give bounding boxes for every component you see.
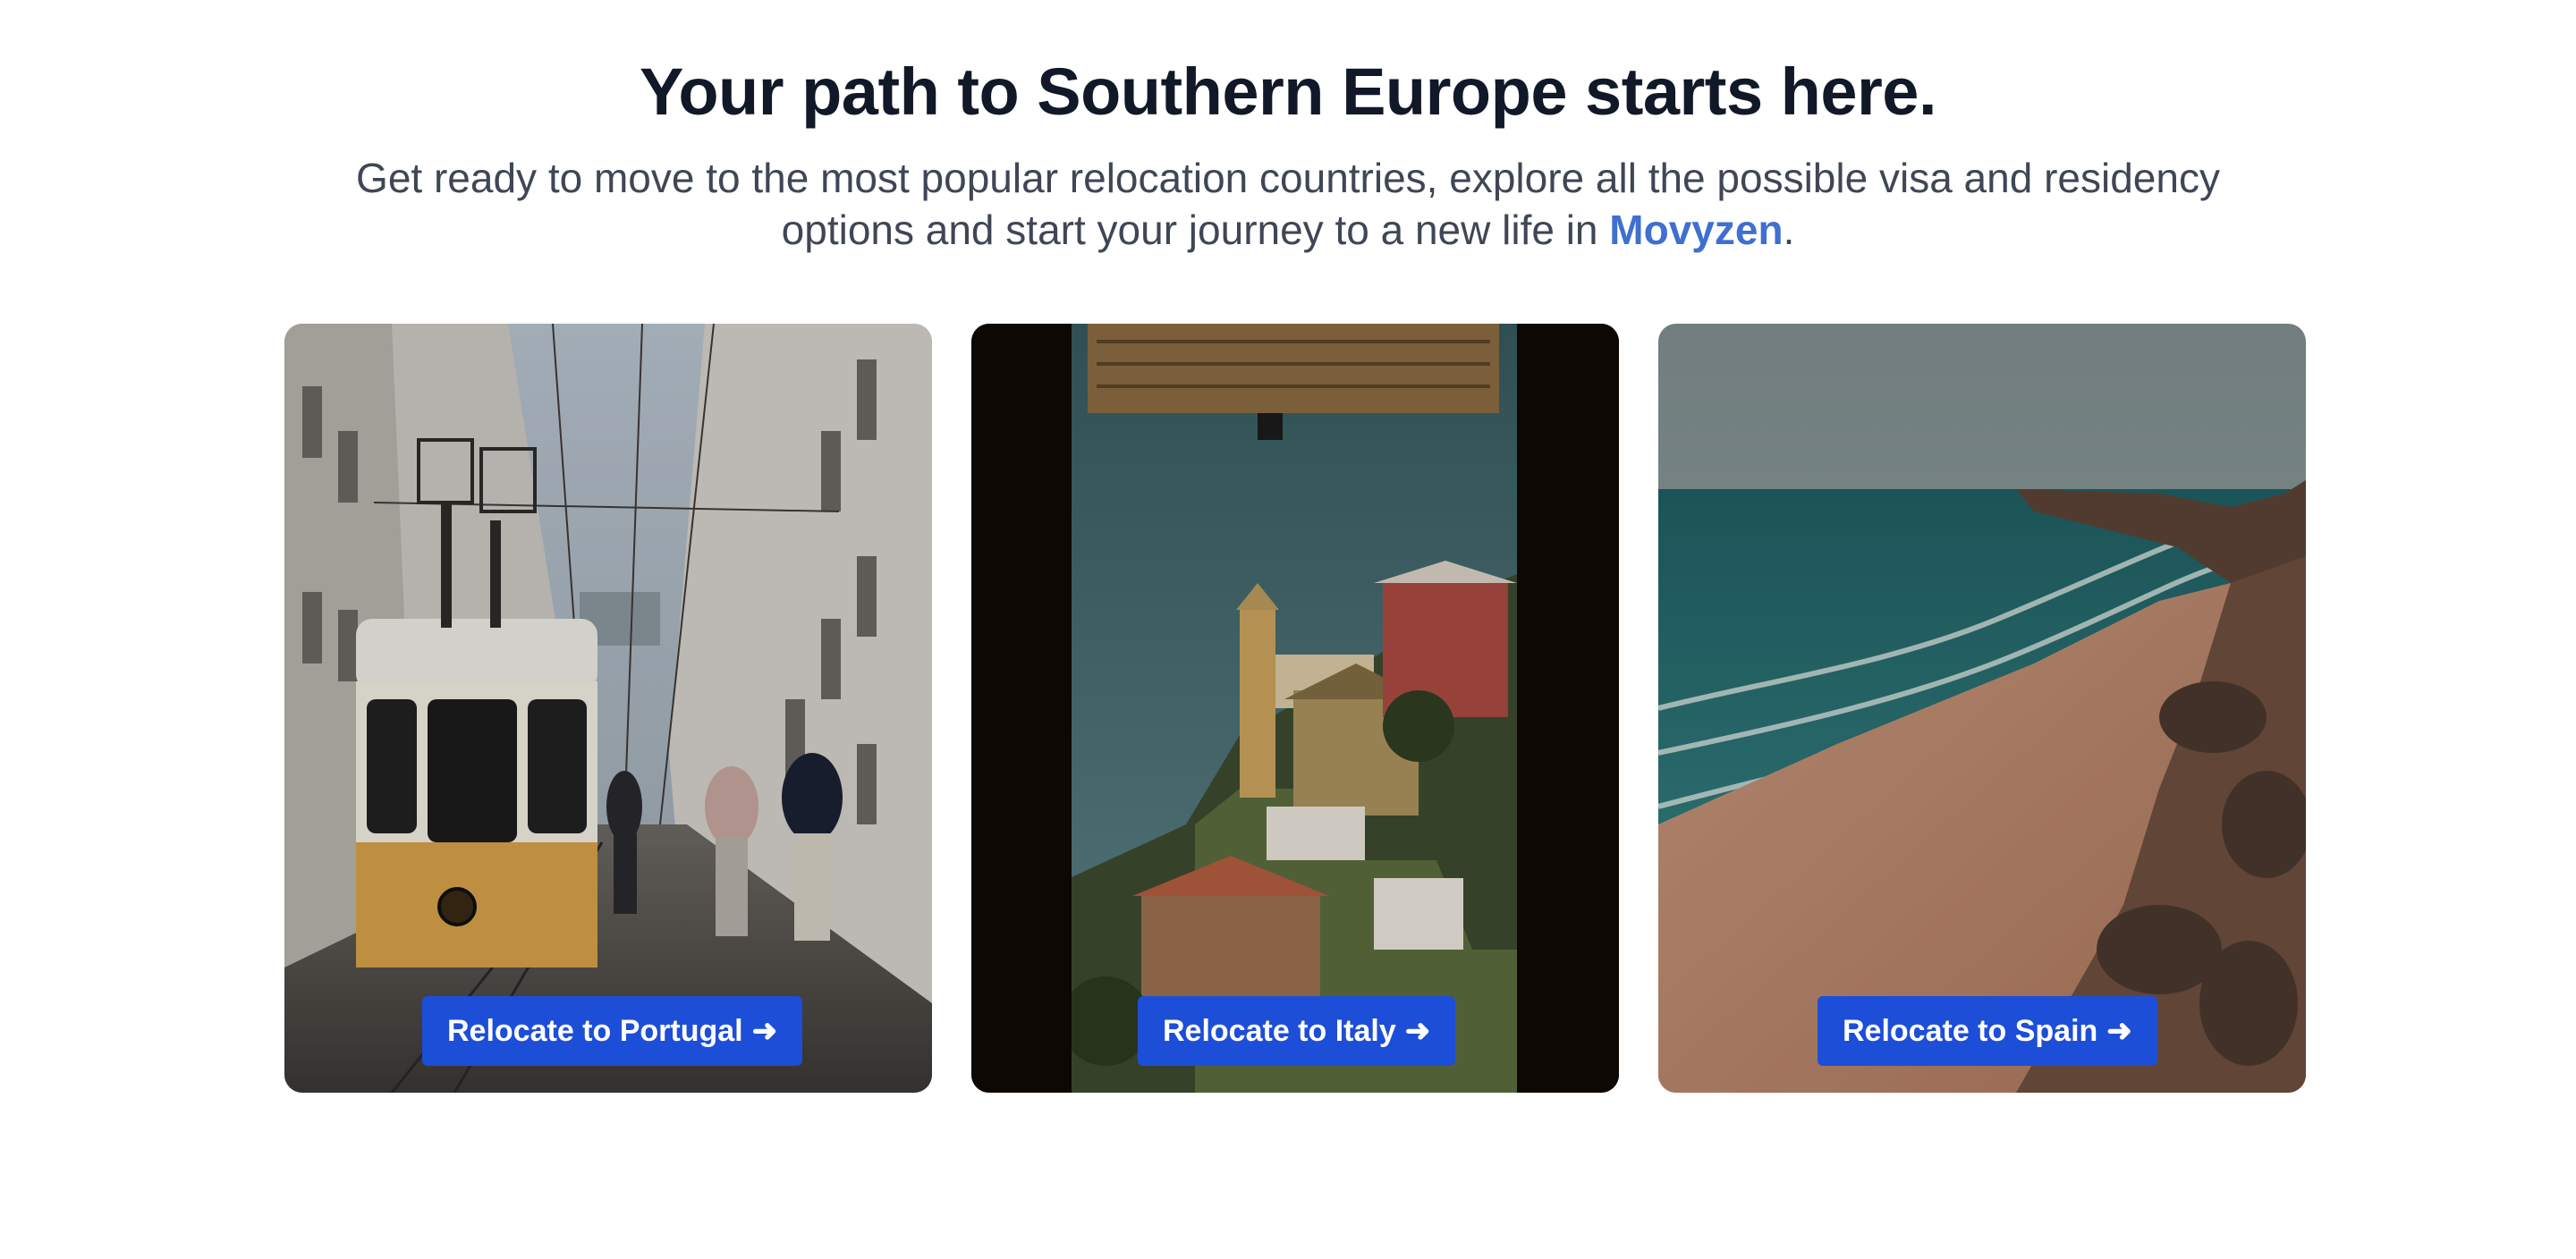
subtitle-end: . [1783, 207, 1795, 253]
relocate-portugal-button[interactable]: Relocate to Portugal ➜ [422, 996, 803, 1066]
relocate-italy-button[interactable]: Relocate to Italy ➜ [1138, 996, 1456, 1066]
subtitle-text: Get ready to move to the most popular re… [356, 155, 2220, 253]
button-label: Relocate to Spain [1843, 1014, 2098, 1048]
page-subtitle: Get ready to move to the most popular re… [340, 152, 2236, 256]
arrow-right-icon: ➜ [751, 1014, 778, 1048]
card-italy[interactable]: Relocate to Italy ➜ [971, 324, 1619, 1093]
button-label: Relocate to Italy [1163, 1014, 1396, 1048]
portugal-photo [284, 324, 932, 1093]
italy-photo [971, 324, 1619, 1093]
spain-photo [1658, 324, 2306, 1093]
page-title: Your path to Southern Europe starts here… [639, 55, 1937, 129]
card-portugal[interactable]: Relocate to Portugal ➜ [284, 324, 932, 1093]
arrow-right-icon: ➜ [2106, 1014, 2132, 1048]
button-label: Relocate to Portugal [447, 1014, 743, 1048]
destination-cards: Relocate to Portugal ➜ Relocate to Italy… [284, 324, 2306, 1093]
card-spain[interactable]: Relocate to Spain ➜ [1658, 324, 2306, 1093]
brand-name: Movyzen [1609, 207, 1784, 253]
arrow-right-icon: ➜ [1404, 1014, 1431, 1048]
relocate-spain-button[interactable]: Relocate to Spain ➜ [1818, 996, 2157, 1066]
